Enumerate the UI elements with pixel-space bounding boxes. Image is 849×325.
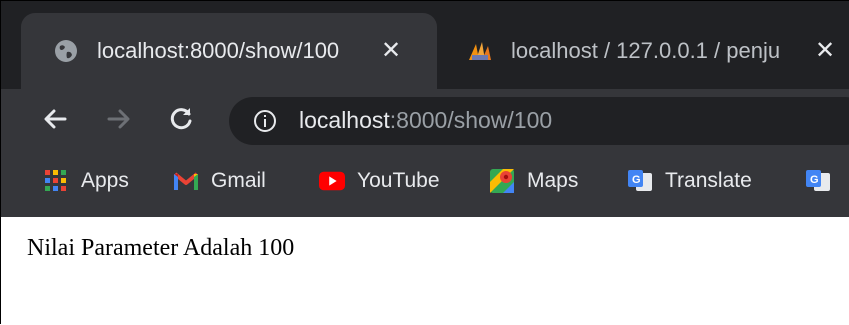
svg-text:G: G: [632, 174, 641, 186]
tab-title: localhost:8000/show/100: [97, 38, 340, 63]
url-host: localhost: [299, 107, 390, 133]
globe-icon: [53, 38, 79, 64]
tab-phpmyadmin[interactable]: localhost / 127.0.0.1 / penju ✕: [449, 13, 849, 89]
maps-icon: [489, 168, 515, 194]
translate-icon: G: [627, 168, 653, 194]
forward-arrow-icon: [107, 109, 130, 129]
bookmark-gmail[interactable]: Gmail: [173, 165, 266, 197]
phpmyadmin-icon: [467, 38, 493, 64]
bookmark-label: YouTube: [357, 169, 440, 192]
info-icon[interactable]: [253, 109, 277, 133]
bookmark-label: Maps: [527, 169, 579, 192]
bookmark-label: Apps: [81, 169, 129, 192]
url-text: localhost:8000/show/100: [299, 107, 552, 134]
bookmark-label: Gmail: [211, 169, 266, 192]
reload-button[interactable]: [163, 101, 199, 137]
tab-localhost-show[interactable]: localhost:8000/show/100 ✕: [21, 13, 437, 89]
address-bar[interactable]: localhost:8000/show/100: [229, 97, 849, 145]
bookmark-translate-partial[interactable]: G: [805, 165, 831, 197]
close-tab-icon[interactable]: ✕: [815, 39, 835, 63]
close-tab-icon[interactable]: ✕: [381, 39, 401, 63]
page-text: Nilai Parameter Adalah 100: [27, 235, 295, 261]
svg-text:G: G: [810, 174, 819, 186]
back-button[interactable]: [37, 101, 73, 137]
reload-icon: [170, 108, 192, 130]
toolbar: localhost:8000/show/100: [1, 89, 849, 149]
bookmark-translate[interactable]: G Translate: [627, 165, 752, 197]
tab-title: localhost / 127.0.0.1 / penju: [511, 38, 781, 63]
url-path: :8000/show/100: [389, 107, 553, 133]
bookmark-youtube[interactable]: YouTube: [319, 165, 440, 197]
tab-strip: localhost:8000/show/100 ✕ localhost / 12…: [1, 1, 849, 89]
browser-chrome: localhost:8000/show/100 ✕ localhost / 12…: [1, 1, 849, 217]
youtube-icon: [319, 168, 345, 194]
apps-grid-icon: [43, 168, 69, 194]
page-content: Nilai Parameter Adalah 100: [1, 217, 849, 325]
bookmark-apps[interactable]: Apps: [43, 165, 129, 197]
bookmark-label: Translate: [665, 169, 752, 192]
back-arrow-icon: [44, 109, 67, 129]
bookmarks-bar: Apps Gmail YouTube Maps G Translate G: [1, 149, 849, 215]
bookmark-maps[interactable]: Maps: [489, 165, 578, 197]
forward-button[interactable]: [101, 101, 137, 137]
gmail-icon: [173, 168, 199, 194]
translate-icon: G: [805, 168, 831, 194]
browser-window: localhost:8000/show/100 ✕ localhost / 12…: [0, 0, 849, 325]
